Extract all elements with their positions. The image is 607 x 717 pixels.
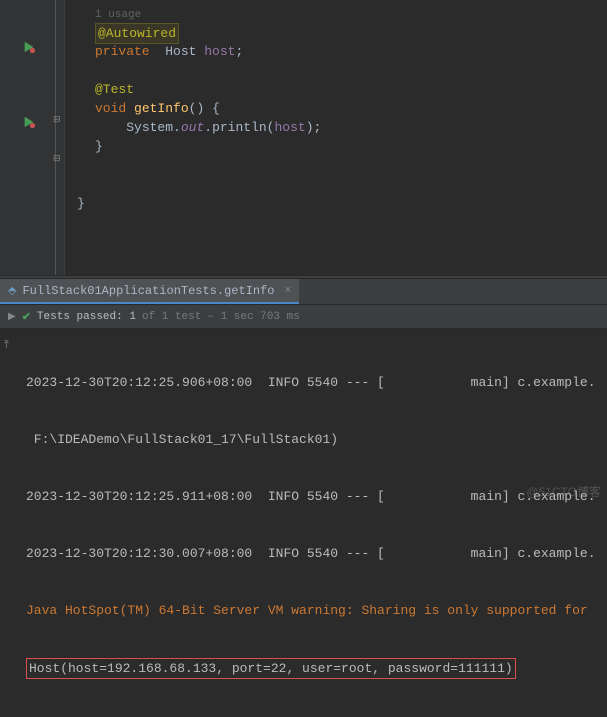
field-host: host — [204, 44, 235, 59]
console-toolbar: ⤒ — [4, 337, 20, 352]
run-tab-bar: ⬘ FullStack01ApplicationTests.getInfo × — [0, 279, 607, 305]
scroll-top-icon[interactable]: ⤒ — [4, 340, 9, 352]
log-line: 2023-12-30T20:12:25.906+08:00 INFO 5540 … — [26, 373, 603, 392]
annotation-test: @Test — [95, 82, 134, 97]
tests-of-label: of 1 test — [142, 311, 201, 323]
check-icon: ✔ — [22, 310, 31, 324]
arg-host: host — [274, 120, 305, 135]
keyword-private: private — [95, 44, 150, 59]
editor-gutter: ⊟ ⊟ — [0, 0, 65, 275]
run-gutter-icon[interactable] — [22, 115, 36, 129]
code-content[interactable]: 1 usage @Autowired private Host host; @T… — [65, 0, 607, 275]
close-icon[interactable]: × — [285, 285, 292, 297]
log-line: F:\IDEADemo\FullStack01_17\FullStack01) — [26, 430, 603, 449]
sys-class: System — [126, 120, 173, 135]
out-field: out — [181, 120, 204, 135]
run-tab-label: FullStack01ApplicationTests.getInfo — [22, 284, 274, 298]
run-config-icon: ⬘ — [8, 284, 16, 298]
chevron-right-icon[interactable]: ▶ — [8, 311, 16, 323]
usage-hint: 1 usage — [95, 9, 141, 21]
run-tab[interactable]: ⬘ FullStack01ApplicationTests.getInfo × — [0, 279, 299, 304]
fold-marker[interactable]: ⊟ — [53, 154, 61, 164]
tests-timing: – 1 sec 703 ms — [207, 311, 299, 323]
test-status-bar: ▶ ✔ Tests passed: 1 of 1 test – 1 sec 70… — [0, 305, 607, 329]
annotation-autowired: @Autowired — [98, 26, 176, 41]
keyword-void: void — [95, 101, 126, 116]
warning-line: Java HotSpot(TM) 64-Bit Server VM warnin… — [26, 601, 603, 620]
fold-marker[interactable]: ⊟ — [53, 115, 61, 125]
result-highlight: Host(host=192.168.68.133, port=22, user=… — [26, 658, 516, 679]
console-output[interactable]: ⤒ 2023-12-30T20:12:25.906+08:00 INFO 554… — [0, 329, 607, 499]
watermark: @51CTO博客 — [526, 483, 601, 500]
method-getinfo: getInfo — [134, 101, 189, 116]
code-editor[interactable]: ⊟ ⊟ 1 usage @Autowired private Host host… — [0, 0, 607, 275]
println-method: println — [212, 120, 267, 135]
run-gutter-icon[interactable] — [22, 40, 36, 54]
type-host: Host — [165, 44, 196, 59]
log-line: 2023-12-30T20:12:25.911+08:00 INFO 5540 … — [26, 487, 603, 506]
tests-passed-label: Tests passed: 1 — [37, 311, 136, 323]
log-line: 2023-12-30T20:12:30.007+08:00 INFO 5540 … — [26, 544, 603, 563]
